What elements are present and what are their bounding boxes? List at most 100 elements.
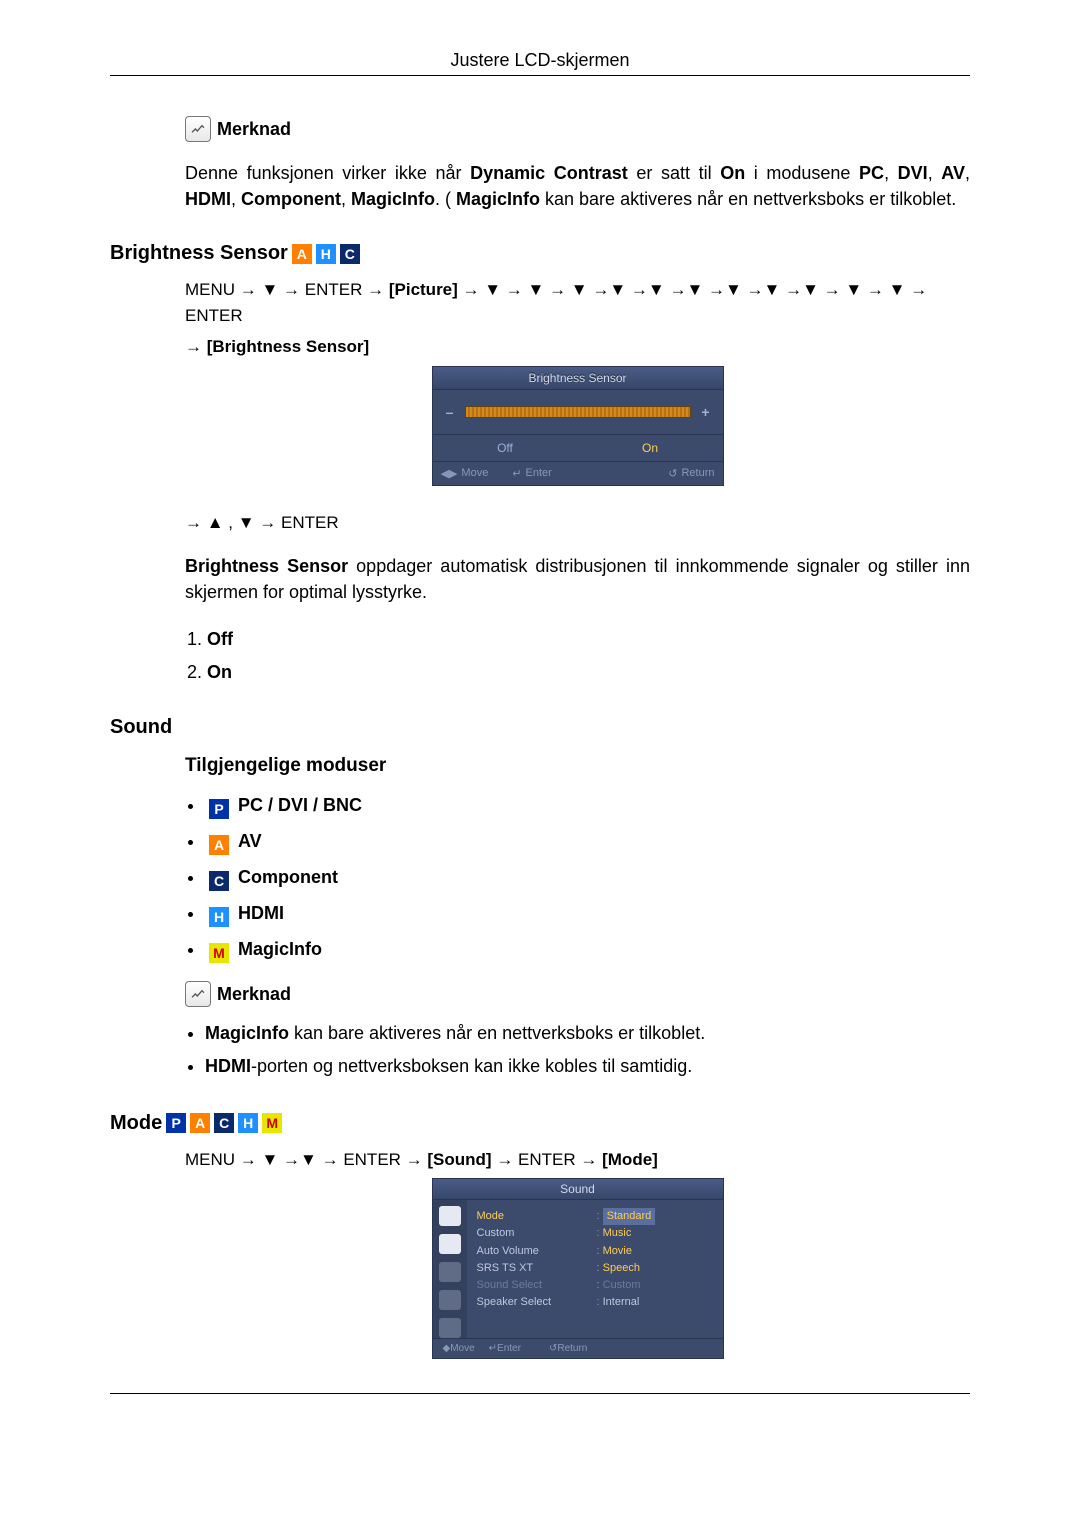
mode-tag-m: M: [209, 943, 229, 963]
text-bold: AV: [238, 831, 262, 851]
list-item: MagicInfo kan bare aktiveres når en nett…: [205, 1017, 970, 1049]
text-bold: Component: [238, 867, 338, 887]
heading-text: Brightness Sensor: [110, 242, 288, 265]
osd-minus[interactable]: –: [445, 404, 455, 420]
osd-right-col: Standard Music Movie Speech Custom Inter…: [597, 1208, 713, 1330]
text: -porten og nettverksboksen kan ikke kobl…: [251, 1056, 692, 1076]
section-heading-mode: Mode P A C H M: [110, 1112, 970, 1135]
text: Return: [681, 467, 714, 479]
mode-tag-h: H: [238, 1113, 258, 1133]
osd-row-custom[interactable]: Custom: [477, 1225, 593, 1242]
side-icon[interactable]: [439, 1262, 461, 1282]
text: Enter: [497, 1343, 521, 1354]
note-label: Merknad: [217, 119, 291, 140]
note-label: Merknad: [217, 984, 291, 1005]
text-bold: Dynamic Contrast: [470, 163, 628, 183]
text: ,: [231, 189, 241, 209]
subheading-available-modes: Tilgjengelige moduser: [185, 755, 970, 777]
osd-hint-enter: ↵ Enter: [512, 467, 552, 480]
text: er satt til: [628, 163, 720, 183]
list-item: M MagicInfo: [205, 931, 970, 967]
osd-slider[interactable]: [465, 406, 691, 418]
osd-val-movie[interactable]: Movie: [603, 1245, 632, 1257]
osd-option-off[interactable]: Off: [433, 435, 578, 461]
osd-row-soundselect: Sound Select: [477, 1277, 593, 1294]
list-item: Off: [207, 623, 970, 655]
nav-path-brightness-3: → ▲ , ▼ → ENTER: [185, 510, 970, 536]
side-icon[interactable]: [439, 1234, 461, 1254]
osd-plus[interactable]: +: [701, 404, 711, 420]
text: Return: [557, 1343, 587, 1354]
text-bold: Brightness Sensor: [185, 556, 348, 576]
text: Move: [461, 467, 488, 479]
text: → ENTER →: [492, 1150, 603, 1169]
osd-val-custom: Custom: [603, 1279, 641, 1291]
section-heading-brightness: Brightness Sensor A H C: [110, 242, 970, 265]
osd-option-on[interactable]: On: [578, 435, 723, 461]
list-item: HDMI-porten og nettverksboksen kan ikke …: [205, 1050, 970, 1082]
text: ,: [928, 163, 942, 183]
osd-row-mode[interactable]: Mode: [477, 1208, 593, 1225]
text-bold: [Sound]: [427, 1150, 491, 1169]
text-bold: HDMI: [205, 1056, 251, 1076]
page-header-title: Justere LCD-skjermen: [110, 50, 970, 71]
mode-tag-h: H: [316, 244, 336, 264]
side-icon[interactable]: [439, 1290, 461, 1310]
enter-icon: ↵: [512, 467, 521, 480]
mode-tag-m: M: [262, 1113, 282, 1133]
text-bold: AV: [941, 163, 965, 183]
heading-text: Mode: [110, 1112, 162, 1135]
osd-sound-title: Sound: [433, 1179, 723, 1200]
arrows-icon: ◀▶: [441, 467, 458, 480]
osd-hint-return: ↺Return: [549, 1343, 587, 1354]
mode-tag-a: A: [209, 835, 229, 855]
available-modes-list: P PC / DVI / BNC A AV C Component H HDMI…: [205, 787, 970, 967]
osd-brightness-title: Brightness Sensor: [433, 367, 723, 390]
mode-tag-p: P: [166, 1113, 186, 1133]
list-item: H HDMI: [205, 895, 970, 931]
brightness-option-list: Off On: [185, 623, 970, 688]
mode-tag-c: C: [340, 244, 360, 264]
text: . (: [435, 189, 456, 209]
osd-hint-move: ◀▶Move: [441, 467, 489, 480]
text: MENU → ▼ → ENTER →: [185, 280, 389, 299]
enter-icon: ↵: [489, 1343, 497, 1354]
text-bold: HDMI: [185, 189, 231, 209]
text-bold: [Brightness Sensor]: [207, 337, 369, 356]
sound-note-list: MagicInfo kan bare aktiveres når en nett…: [205, 1017, 970, 1082]
mode-tag-p: P: [209, 799, 229, 819]
text-bold: MagicInfo: [351, 189, 435, 209]
osd-val-internal[interactable]: Internal: [603, 1296, 640, 1308]
text: kan bare aktiveres når en nettverksboks …: [540, 189, 956, 209]
osd-row-speaker[interactable]: Speaker Select: [477, 1294, 593, 1311]
side-icon[interactable]: [439, 1318, 461, 1338]
text-bold: PC: [859, 163, 884, 183]
osd-hint-move: ◆Move: [443, 1343, 475, 1354]
note-paragraph: Denne funksjonen virker ikke når Dynamic…: [185, 160, 970, 212]
text-bold: Component: [241, 189, 341, 209]
text: kan bare aktiveres når en nettverksboks …: [289, 1023, 705, 1043]
text: ,: [341, 189, 351, 209]
mode-tag-h: H: [209, 907, 229, 927]
mode-tag-c: C: [214, 1113, 234, 1133]
nav-path-brightness: MENU → ▼ → ENTER → [Picture] → ▼ → ▼ → ▼…: [185, 277, 970, 328]
note-icon: [185, 981, 211, 1007]
text-bold: [Mode]: [602, 1150, 658, 1169]
section-heading-sound: Sound: [110, 716, 970, 739]
osd-val-speech[interactable]: Speech: [603, 1262, 640, 1274]
osd-row-srs[interactable]: SRS TS XT: [477, 1260, 593, 1277]
osd-row-autovol[interactable]: Auto Volume: [477, 1243, 593, 1260]
osd-sound-panel: Sound Mode Custom Auto Volume SRS TS XT: [432, 1178, 724, 1359]
osd-val-standard[interactable]: Standard: [603, 1208, 656, 1225]
side-icon[interactable]: [439, 1206, 461, 1226]
text: Move: [450, 1343, 474, 1354]
nav-path-brightness-2: → [Brightness Sensor]: [185, 334, 970, 360]
mode-tag-a: A: [190, 1113, 210, 1133]
text-bold: MagicInfo: [456, 189, 540, 209]
text: Enter: [526, 467, 552, 479]
osd-val-music[interactable]: Music: [603, 1227, 632, 1239]
text-bold: MagicInfo: [238, 939, 322, 959]
text-bold: Off: [207, 629, 233, 649]
footer-divider: [110, 1393, 970, 1394]
text-bold: MagicInfo: [205, 1023, 289, 1043]
